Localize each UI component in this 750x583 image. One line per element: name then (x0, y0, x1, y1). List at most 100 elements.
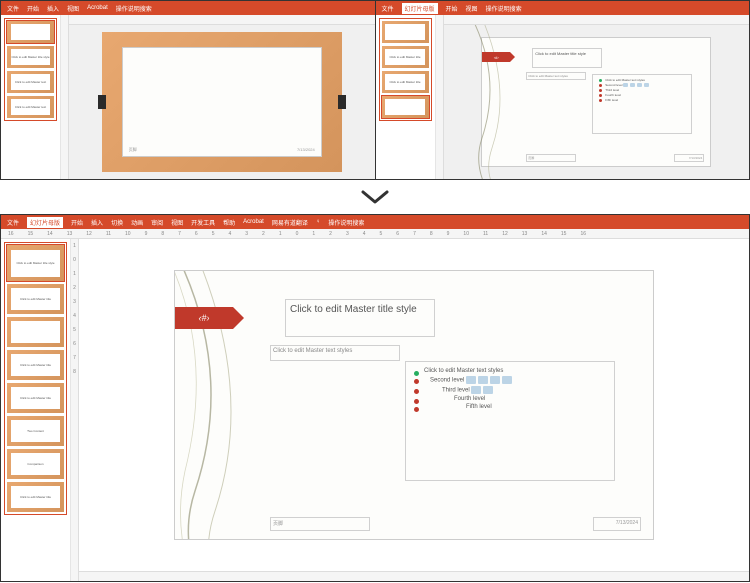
ribbon-tab[interactable]: 开始 (446, 4, 458, 13)
chevron-down-icon (361, 188, 389, 206)
window-master-view-small: 文件 幻灯片母版 开始 视图 操作说明搜索 Click to edit Mast… (376, 1, 750, 179)
content-icons[interactable] (466, 376, 512, 384)
layout-thumb[interactable]: Click to edit Master title (7, 383, 64, 413)
date-placeholder[interactable]: 7/13/2024 (593, 517, 641, 531)
ribbon-tellme[interactable]: 操作说明搜索 (486, 4, 522, 13)
bullet-l5: Fifth level (599, 98, 689, 102)
body-placeholder[interactable]: Click to edit Master text styles Second … (592, 74, 692, 134)
ruler-vertical (436, 15, 444, 179)
insert-online-picture-icon[interactable] (471, 386, 481, 394)
layout-thumb[interactable]: Click to edit Master title (382, 71, 429, 93)
ribbon-tab[interactable]: 开始 (27, 4, 39, 13)
slide-thumb[interactable]: Click to edit Master text (7, 71, 54, 93)
ruler-horizontal (444, 15, 750, 25)
arrow-down-separator (0, 180, 750, 214)
insert-chart-icon[interactable] (478, 376, 488, 384)
layout-thumbnails-panel[interactable]: Click to edit Master title Click to edit… (376, 15, 436, 179)
layout-thumb[interactable] (382, 21, 429, 43)
bullet-l4: Fourth level (599, 93, 689, 97)
ribbon-tellme[interactable]: 操作说明搜索 (328, 218, 364, 227)
content-icons[interactable] (471, 386, 493, 394)
slide-number-ribbon: ‹#› (482, 52, 510, 62)
insert-video-icon[interactable] (483, 386, 493, 394)
title-placeholder[interactable]: Click to edit Master title style (532, 48, 602, 68)
bullet-l2: Second level (414, 376, 610, 384)
ribbon-tab[interactable]: 文件 (7, 4, 19, 13)
ribbon-tab[interactable]: 文件 (7, 218, 19, 227)
slide-thumbnails-panel[interactable]: Click to edit Master title style Click t… (1, 15, 61, 179)
bullet-l1: Click to edit Master text styles (599, 78, 689, 82)
ribbon-tab[interactable]: 视图 (466, 4, 478, 13)
window-normal-view: 文件 开始 插入 视图 Acrobat 操作说明搜索 Click to edit… (1, 1, 376, 179)
layout-thumb[interactable]: Click to edit Master title (7, 482, 64, 512)
layout-thumb[interactable] (7, 317, 64, 347)
ribbon-tab[interactable]: 视图 (67, 4, 79, 13)
master-slide-canvas[interactable]: ‹#› Click to edit Master title style Cli… (174, 270, 654, 540)
ribbon-tabs-left: 文件 开始 插入 视图 Acrobat 操作说明搜索 (1, 1, 375, 15)
ribbon-tab[interactable]: 动画 (131, 218, 143, 227)
bullet-l4: Fourth level (414, 396, 610, 402)
ribbon-tab[interactable]: 开始 (71, 218, 83, 227)
slide-thumb[interactable]: Click to edit Master text (7, 96, 54, 118)
bullet-l2: Second level (599, 83, 689, 87)
footer-placeholder[interactable]: 页脚 (270, 517, 370, 531)
slide-thumb[interactable] (7, 21, 54, 43)
ruler-vertical (61, 15, 69, 179)
ruler-vertical: 1012345678 (71, 239, 79, 581)
ribbon-tabs-right: 文件 幻灯片母版 开始 视图 操作说明搜索 (376, 1, 750, 15)
bullet-l3: Third level (414, 386, 610, 394)
footer-left: 页脚 (129, 147, 137, 153)
top-two-windows: 文件 开始 插入 视图 Acrobat 操作说明搜索 Click to edit… (0, 0, 750, 180)
ribbon-tab[interactable]: 视图 (171, 218, 183, 227)
layout-thumb[interactable]: Comparison (7, 449, 64, 479)
subtitle-placeholder[interactable]: Click to edit Master text styles (526, 72, 586, 80)
footer-date: 7/13/2024 (297, 147, 315, 153)
body-placeholder[interactable]: Click to edit Master text styles Second … (405, 361, 615, 481)
layout-thumb[interactable]: Click to edit Master title (7, 284, 64, 314)
slide-number-ribbon: ‹#› (175, 307, 233, 329)
ruler-horizontal: 1615141312111098765432101234567891011121… (1, 229, 749, 239)
ribbon-tab[interactable]: 帮助 (223, 218, 235, 227)
insert-table-icon[interactable] (466, 376, 476, 384)
insert-chart-icon (630, 83, 635, 87)
layout-thumb[interactable]: Click to edit Master title (7, 350, 64, 380)
ribbon-tab-slidemaster[interactable]: 幻灯片母版 (402, 3, 438, 14)
ribbon-tab[interactable]: 插入 (47, 4, 59, 13)
ribbon-tab[interactable]: 网易有道翻译 (272, 218, 308, 227)
ribbon-tellme[interactable]: 操作说明搜索 (116, 4, 152, 13)
title-placeholder[interactable]: Click to edit Master title style (285, 299, 435, 337)
master-slide-canvas[interactable]: ‹#› Click to edit Master title style Cli… (481, 37, 711, 167)
ruler-horizontal (69, 15, 375, 25)
master-editor[interactable]: ‹#› Click to edit Master title style Cli… (79, 239, 749, 571)
layout-thumb[interactable]: Two Content (7, 416, 64, 446)
master-thumb[interactable]: Click to edit Master title style (7, 245, 64, 281)
ruler-horizontal-bottom (79, 571, 749, 581)
slide-thumb[interactable]: Click to edit Master title style (7, 46, 54, 68)
insert-smartart-icon[interactable] (490, 376, 500, 384)
insert-table-icon (623, 83, 628, 87)
layout-thumb[interactable]: Click to edit Master title (382, 46, 429, 68)
ribbon-tab[interactable]: Acrobat (243, 219, 264, 225)
ribbon-tab[interactable]: 审阅 (151, 218, 163, 227)
ribbon-tab[interactable]: 切换 (111, 218, 123, 227)
bullet-l3: Third level (599, 88, 689, 92)
slide-editor[interactable]: 页脚 7/13/2024 (69, 25, 375, 179)
ribbon-tab[interactable]: 插入 (91, 218, 103, 227)
ribbon-tab[interactable]: Acrobat (87, 5, 108, 11)
date-placeholder[interactable]: 7/13/2024 (674, 154, 704, 162)
master-editor[interactable]: ‹#› Click to edit Master title style Cli… (444, 25, 750, 179)
window-master-view-merged: 文件 幻灯片母版 开始 插入 切换 动画 审阅 视图 开发工具 帮助 Acrob… (0, 214, 750, 582)
footer-placeholder[interactable]: 页脚 (526, 154, 576, 162)
layout-thumbnails-panel[interactable]: Click to edit Master title style Click t… (1, 239, 71, 581)
ribbon-tabs-bottom: 文件 幻灯片母版 开始 插入 切换 动画 审阅 视图 开发工具 帮助 Acrob… (1, 215, 749, 229)
ribbon-tab[interactable]: 文件 (382, 4, 394, 13)
subtitle-placeholder[interactable]: Click to edit Master text styles (270, 345, 400, 361)
ribbon-tab-slidemaster[interactable]: 幻灯片母版 (27, 217, 63, 228)
insert-video-icon (644, 83, 649, 87)
slide-canvas[interactable]: 页脚 7/13/2024 (102, 32, 342, 172)
layout-thumb[interactable] (382, 96, 429, 118)
ribbon-tab[interactable]: 开发工具 (191, 218, 215, 227)
insert-picture-icon[interactable] (502, 376, 512, 384)
content-icons[interactable] (623, 83, 649, 87)
insert-picture-icon (637, 83, 642, 87)
